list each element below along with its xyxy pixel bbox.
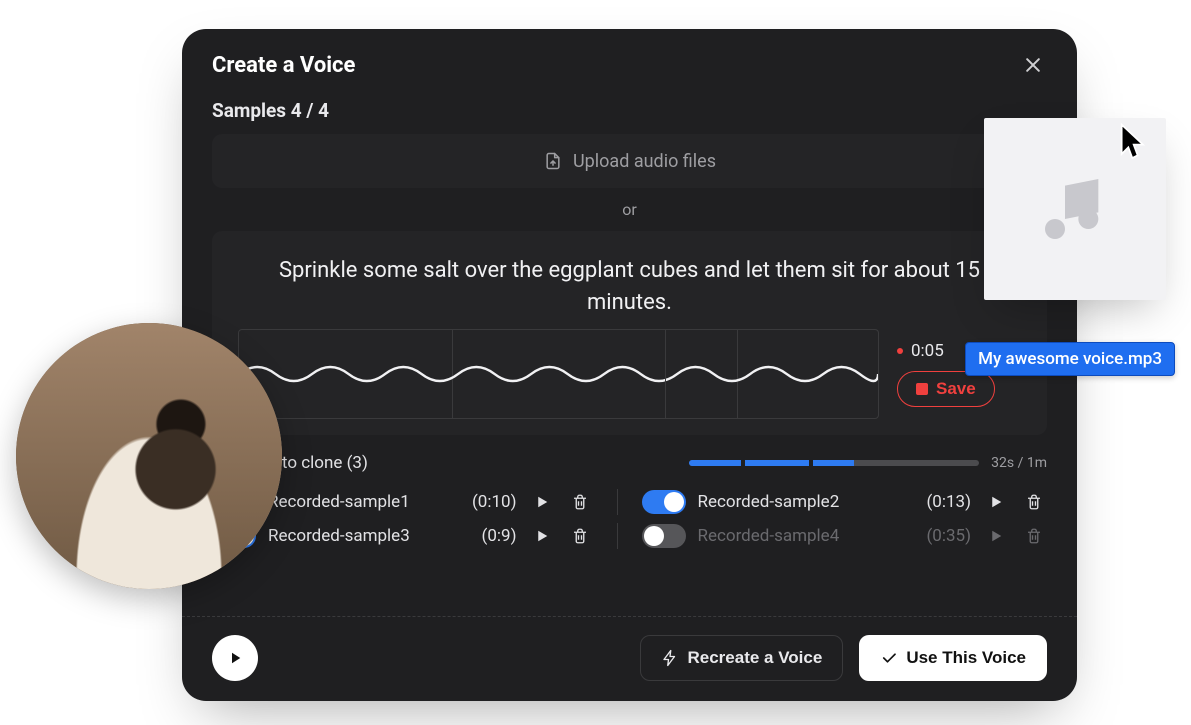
- samples-counter: Samples 4 / 4: [212, 99, 1047, 122]
- waveform: [239, 354, 878, 394]
- sample-name: Recorded-sample2: [698, 492, 915, 512]
- play-icon: [226, 649, 244, 667]
- upload-label: Upload audio files: [573, 151, 716, 172]
- delete-sample-button[interactable]: [567, 523, 593, 549]
- dragged-file-label: My awesome voice.mp3: [965, 342, 1175, 376]
- clone-samples-list: Recorded-sample1 (0:10) Recorded-sample2…: [212, 489, 1047, 549]
- samples-duration-progress: [689, 460, 979, 466]
- sample-name: Recorded-sample3: [268, 526, 470, 546]
- recreate-label: Recreate a Voice: [687, 648, 822, 668]
- trash-icon: [571, 527, 589, 545]
- sample-toggle[interactable]: [642, 490, 686, 514]
- upload-audio-button[interactable]: Upload audio files: [212, 134, 1047, 188]
- clone-samples-header: Samples to clone (3) 32s / 1m: [212, 453, 1047, 473]
- play-sample-button[interactable]: [983, 523, 1009, 549]
- play-icon: [533, 493, 551, 511]
- bolt-icon: [661, 649, 679, 667]
- trash-icon: [1025, 493, 1043, 511]
- recreate-voice-button[interactable]: Recreate a Voice: [640, 635, 843, 681]
- delete-sample-button[interactable]: [1021, 489, 1047, 515]
- close-button[interactable]: [1019, 51, 1047, 79]
- sample-name: Recorded-sample4: [698, 526, 915, 546]
- cursor-icon: [1119, 122, 1151, 162]
- timer-value: 0:05: [911, 341, 944, 361]
- play-icon: [987, 493, 1005, 511]
- play-sample-button[interactable]: [529, 489, 555, 515]
- save-label: Save: [936, 379, 976, 399]
- recording-timer: 0:05: [897, 341, 944, 361]
- music-note-icon: [1035, 169, 1115, 249]
- play-icon: [987, 527, 1005, 545]
- play-sample-button[interactable]: [983, 489, 1009, 515]
- trash-icon: [571, 493, 589, 511]
- delete-sample-button[interactable]: [567, 489, 593, 515]
- use-label: Use This Voice: [906, 648, 1026, 668]
- samples-duration-label: 32s / 1m: [991, 455, 1047, 471]
- create-voice-modal: Create a Voice Samples 4 / 4 Upload audi…: [182, 29, 1077, 701]
- upload-icon: [543, 151, 563, 171]
- sample-toggle[interactable]: [642, 524, 686, 548]
- recording-panel: Sprinkle some salt over the eggplant cub…: [212, 231, 1047, 435]
- recording-indicator-dot: [897, 348, 903, 354]
- or-separator: or: [212, 200, 1047, 219]
- reading-prompt: Sprinkle some salt over the eggplant cub…: [238, 255, 1021, 319]
- sample-row: Recorded-sample2 (0:13): [642, 489, 1048, 515]
- check-icon: [880, 649, 898, 667]
- play-icon: [533, 527, 551, 545]
- use-this-voice-button[interactable]: Use This Voice: [859, 635, 1047, 681]
- sample-duration: (0:9): [482, 526, 517, 546]
- sample-duration: (0:10): [472, 492, 517, 512]
- stop-icon: [916, 383, 928, 395]
- sample-row: Recorded-sample4 (0:35): [642, 523, 1048, 549]
- save-recording-button[interactable]: Save: [897, 371, 995, 407]
- sample-name: Recorded-sample1: [268, 492, 460, 512]
- delete-sample-button[interactable]: [1021, 523, 1047, 549]
- modal-footer: Recreate a Voice Use This Voice: [182, 616, 1077, 701]
- play-sample-button[interactable]: [529, 523, 555, 549]
- preview-voice-button[interactable]: [212, 635, 258, 681]
- modal-title: Create a Voice: [212, 53, 355, 78]
- sample-duration: (0:35): [926, 526, 971, 546]
- sample-duration: (0:13): [926, 492, 971, 512]
- avatar: [16, 323, 282, 589]
- modal-header: Create a Voice: [182, 29, 1077, 93]
- waveform-track[interactable]: [238, 329, 879, 419]
- close-icon: [1023, 55, 1043, 75]
- trash-icon: [1025, 527, 1043, 545]
